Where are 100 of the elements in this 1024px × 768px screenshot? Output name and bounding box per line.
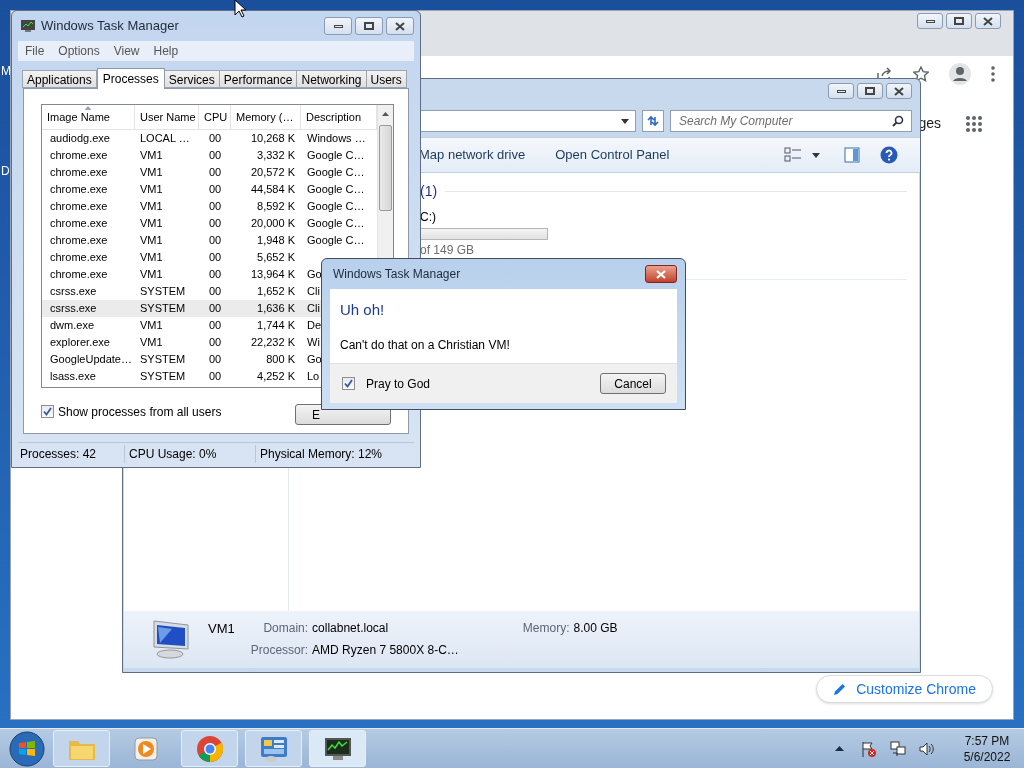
checkbox[interactable] (41, 405, 54, 418)
apps-grid-icon[interactable] (965, 114, 983, 133)
view-options-icon[interactable] (784, 147, 802, 163)
menu-item[interactable]: File (25, 42, 45, 60)
table-cell-text: VM1 (139, 250, 164, 265)
close-button[interactable] (975, 13, 1001, 29)
minimize-button[interactable] (828, 83, 854, 99)
checkbox[interactable] (342, 377, 355, 390)
menu-item[interactable]: Options (58, 42, 100, 60)
drive-free-space: of 149 GB (420, 242, 476, 259)
process-row[interactable]: chrome.exe VM1 00 8,592 K Google C… (42, 198, 377, 215)
search-field[interactable]: Search My Computer (670, 110, 912, 132)
close-button[interactable] (886, 83, 912, 99)
desktop-icon-label[interactable]: D (1, 162, 10, 180)
preview-pane-icon[interactable] (844, 147, 860, 163)
table-cell-text: Cli (306, 284, 320, 299)
tab[interactable]: Services (163, 70, 220, 88)
maximize-button[interactable] (857, 83, 883, 99)
table-cell-text: 3,332 K (256, 148, 296, 163)
table-cell-text: 00 (207, 233, 223, 248)
dropdown-icon[interactable] (621, 118, 629, 124)
pencil-icon (833, 682, 847, 696)
star-icon[interactable] (913, 65, 929, 82)
menu-item[interactable]: View (113, 42, 140, 60)
table-cell-text: dwm.exe (49, 318, 96, 333)
table-cell-text: VM1 (139, 267, 164, 282)
table-cell-text: 20,572 K (249, 165, 296, 180)
process-row[interactable]: chrome.exe VM1 00 20,572 K Google C… (42, 164, 377, 181)
table-cell-text: Google C… (306, 216, 365, 231)
column-header[interactable]: User Name (135, 105, 199, 129)
network-icon[interactable] (890, 740, 906, 757)
checkbox-label[interactable]: Pray to God (366, 374, 431, 393)
table-cell-text: VM1 (139, 318, 164, 333)
process-row[interactable]: chrome.exe VM1 00 1,948 K Google C… (42, 232, 377, 249)
table-cell-text: 00 (207, 165, 223, 180)
table-cell-text: chrome.exe (49, 148, 109, 163)
table-cell-text: 13,964 K (249, 267, 296, 282)
table-cell-text: audiodg.exe (49, 131, 111, 146)
table-cell-text: chrome.exe (49, 250, 109, 265)
speaker-icon[interactable] (919, 740, 935, 757)
detail-label: Memory: (522, 620, 570, 637)
table-cell-text: Windows … (306, 131, 366, 146)
tab[interactable]: Users (365, 70, 407, 88)
minimize-button[interactable] (917, 13, 943, 29)
scroll-up-icon[interactable] (382, 112, 389, 116)
share-icon[interactable] (877, 66, 893, 81)
process-row[interactable]: chrome.exe VM1 00 3,332 K Google C… (42, 147, 377, 164)
dropdown-icon[interactable] (812, 152, 820, 158)
process-row[interactable]: audiodg.exe LOCAL … 00 10,268 K Windows … (42, 130, 377, 147)
customize-button[interactable]: Customize Chrome (816, 675, 993, 703)
help-icon[interactable] (880, 146, 898, 164)
maximize-button[interactable] (355, 17, 383, 35)
table-cell-text: 5,652 K (256, 250, 296, 265)
table-cell-text: 00 (207, 216, 223, 231)
desktop-icon-label[interactable]: M (1, 62, 11, 80)
show-hidden-icons[interactable] (835, 746, 844, 751)
taskbar-button[interactable] (309, 730, 366, 767)
menu-icon[interactable] (991, 65, 995, 82)
maximize-button[interactable] (946, 13, 972, 29)
clock-date[interactable]: 5/6/2022 (963, 748, 1011, 765)
close-button[interactable] (645, 265, 677, 283)
clock-time[interactable]: 7:57 PM (964, 732, 1010, 749)
table-cell-text: 00 (207, 199, 223, 214)
column-header[interactable]: CPU (199, 105, 231, 129)
cancel-button[interactable]: Cancel (600, 373, 666, 394)
table-cell-text: LOCAL … (139, 131, 191, 146)
table-cell-text: csrss.exe (49, 301, 98, 316)
scroll-thumb[interactable] (379, 125, 392, 211)
table-cell-text: VM1 (139, 216, 164, 231)
column-header[interactable]: Image Name (42, 105, 135, 129)
tab[interactable]: Applications (22, 70, 97, 88)
table-cell-text: 1,636 K (256, 301, 296, 316)
minimize-button[interactable] (324, 17, 352, 35)
table-cell-text: Google C… (306, 165, 365, 180)
column-header[interactable]: Memory (… (231, 105, 301, 129)
status-text: Processes: 42 (18, 444, 125, 463)
flag-icon[interactable] (861, 740, 877, 757)
close-button[interactable] (386, 17, 414, 35)
table-cell-text: 00 (207, 335, 223, 350)
tab[interactable]: Networking (296, 70, 367, 88)
dialog-title: Windows Task Manager (332, 266, 461, 283)
toolbar-button[interactable]: Open Control Panel (555, 145, 670, 165)
drive-label[interactable]: C:) (420, 208, 907, 226)
menu-item[interactable]: Help (153, 42, 179, 60)
checkbox-label[interactable]: Show processes from all users (58, 402, 222, 421)
table-cell-text: 00 (207, 131, 223, 146)
table-cell-text: 1,744 K (256, 318, 296, 333)
start-icon[interactable] (8, 729, 46, 768)
tab[interactable]: Performance (218, 70, 298, 88)
table-cell-text: lsass.exe (49, 369, 97, 384)
refresh-button[interactable] (642, 110, 664, 132)
table-cell-text: chrome.exe (49, 267, 109, 282)
process-row[interactable]: chrome.exe VM1 00 44,584 K Google C… (42, 181, 377, 198)
tab[interactable]: Processes (96, 68, 165, 89)
table-cell-text: 10,268 K (249, 131, 296, 146)
avatar-icon[interactable] (949, 62, 971, 85)
close-icon (983, 16, 993, 26)
table-cell-text: GoogleUpdate… (49, 352, 133, 367)
table-cell-text: SYSTEM (139, 352, 187, 367)
process-row[interactable]: chrome.exe VM1 00 20,000 K Google C… (42, 215, 377, 232)
